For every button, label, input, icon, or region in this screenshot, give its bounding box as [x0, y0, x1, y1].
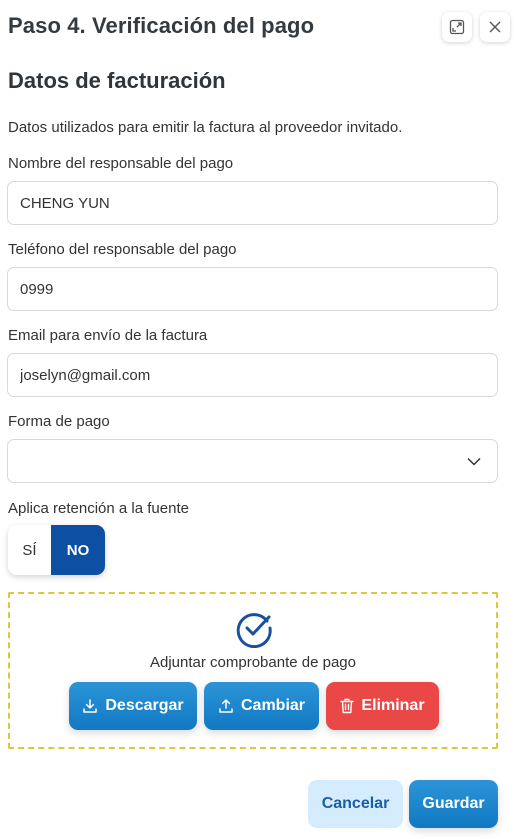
withholding-yes-option[interactable]: SÍ [8, 525, 51, 575]
delete-button[interactable]: Eliminar [326, 682, 439, 730]
payment-method-select[interactable] [7, 439, 498, 483]
change-label: Cambiar [240, 697, 306, 714]
close-button[interactable] [480, 12, 510, 42]
save-button[interactable]: Guardar [409, 780, 498, 828]
invoice-email-input[interactable] [7, 353, 498, 397]
payment-method-label: Forma de pago [8, 413, 110, 430]
withholding-label: Aplica retención a la fuente [8, 500, 189, 517]
invoice-email-label: Email para envío de la factura [8, 327, 208, 344]
close-icon [489, 21, 501, 33]
section-title: Datos de facturación [8, 68, 226, 93]
withholding-no-option[interactable]: NO [51, 525, 105, 575]
receipt-upload-area: Adjuntar comprobante de pago Descargar C… [8, 592, 498, 749]
check-circle-icon [236, 613, 272, 648]
payer-phone-label: Teléfono del responsable del pago [8, 241, 237, 258]
payer-name-input[interactable] [7, 181, 498, 225]
expand-button[interactable] [442, 12, 472, 42]
receipt-upload-text: Adjuntar comprobante de pago [150, 654, 356, 671]
withholding-toggle: SÍ NO [8, 525, 105, 575]
delete-label: Eliminar [361, 697, 425, 714]
cancel-button[interactable]: Cancelar [308, 780, 403, 828]
section-description: Datos utilizados para emitir la factura … [8, 119, 403, 136]
chevron-down-icon [467, 457, 481, 466]
download-icon [83, 699, 98, 713]
dialog-header: Paso 4. Verificación del pago [8, 12, 510, 42]
upload-icon [219, 699, 233, 713]
payer-phone-input[interactable] [7, 267, 498, 311]
trash-icon [340, 698, 355, 714]
download-button[interactable]: Descargar [69, 682, 197, 730]
expand-icon [449, 19, 465, 35]
download-label: Descargar [105, 697, 184, 714]
payer-name-label: Nombre del responsable del pago [8, 155, 234, 172]
dialog-title: Paso 4. Verificación del pago [8, 13, 315, 38]
change-button[interactable]: Cambiar [204, 682, 319, 730]
